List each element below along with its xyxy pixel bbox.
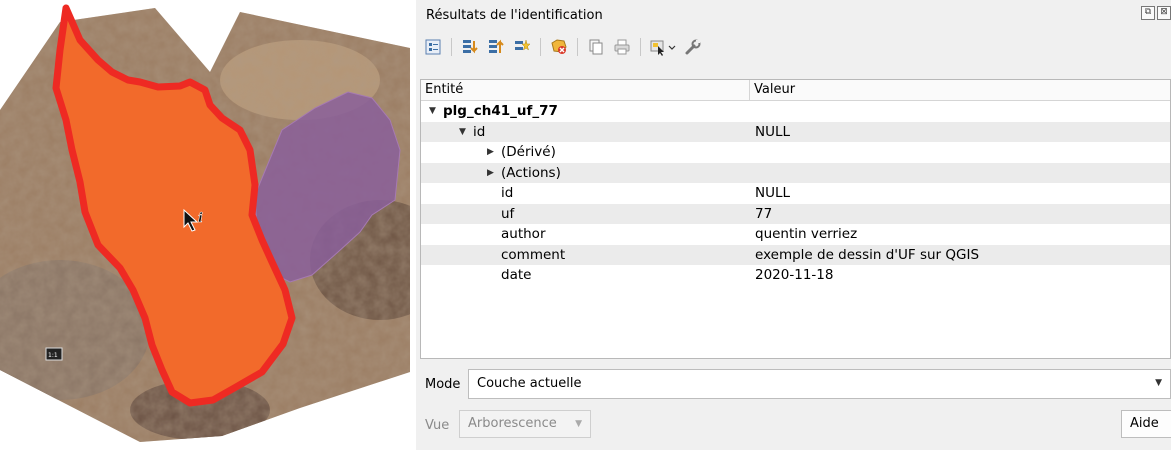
view-select-value: Arborescence [468,416,557,431]
table-row-feature[interactable]: ▼ id NULL [421,121,1170,143]
actions-label: (Actions) [501,164,561,181]
scale-marker-icon: 1:1 [45,347,63,361]
chevron-down-icon: ▼ [1155,378,1162,388]
panel-title: Résultats de l'identification [426,8,603,23]
mode-select-value: Couche actuelle [477,376,582,391]
table-row-derived[interactable]: ▶ (Dérivé) [421,142,1170,163]
identify-toolbar [422,32,704,62]
column-header-value[interactable]: Valeur [750,80,1170,100]
toolbar-separator [577,38,578,56]
svg-text:i: i [198,211,203,226]
attribute-value: quentin verriez [755,226,858,242]
chevron-down-icon: ▼ [575,419,582,429]
toolbar-separator [451,38,452,56]
layer-name: plg_ch41_uf_77 [443,103,558,119]
attribute-value: NULL [755,185,791,201]
collapse-all-icon[interactable] [485,36,507,58]
attribute-name: id [501,185,514,201]
view-label: Vue [425,418,450,433]
expand-arrow-icon[interactable]: ▼ [429,101,436,122]
expand-arrow-icon[interactable]: ▼ [459,122,466,143]
attribute-value: 2020-11-18 [755,267,834,283]
mode-label: Mode [425,377,461,392]
derived-label: (Dérivé) [501,144,556,160]
table-header: Entité Valeur [421,80,1170,101]
row-value [750,101,1170,122]
row-value [750,142,1170,163]
toolbar-separator [640,38,641,56]
table-row-attribute[interactable]: author quentin verriez [421,224,1170,245]
table-row-attribute[interactable]: uf 77 [421,203,1170,224]
expand-all-icon[interactable] [459,36,481,58]
copy-feature-icon[interactable] [585,36,607,58]
table-row-layer[interactable]: ▼ plg_ch41_uf_77 [421,101,1170,122]
clear-results-icon[interactable] [548,36,570,58]
feature-name: id [473,123,486,140]
attribute-value: exemple de dessin d'UF sur QGIS [755,246,980,263]
attribute-value: 77 [755,205,773,222]
print-icon[interactable] [611,36,633,58]
column-header-entity[interactable]: Entité [421,80,750,100]
help-button[interactable]: Aide [1121,410,1171,438]
close-panel-icon[interactable]: ⊠ [1157,6,1171,20]
attribute-name: comment [501,246,566,263]
collapsed-arrow-icon[interactable]: ▶ [487,163,494,184]
collapsed-arrow-icon[interactable]: ▶ [487,142,494,163]
panel-title-controls: ⧉ ⊠ [1141,6,1171,20]
svg-text:1:1: 1:1 [48,352,58,359]
map-canvas[interactable]: i 1:1 [0,0,410,450]
expand-new-icon[interactable] [511,36,533,58]
table-row-attribute[interactable]: comment exemple de dessin d'UF sur QGIS [421,244,1170,265]
table-row-actions[interactable]: ▶ (Actions) [421,162,1170,184]
orthophoto-map[interactable]: i 1:1 [0,0,410,450]
settings-wrench-icon[interactable] [682,36,704,58]
table-row-attribute[interactable]: date 2020-11-18 [421,265,1170,286]
view-select[interactable]: Arborescence ▼ [459,410,591,438]
expand-tree-icon[interactable] [422,36,444,58]
select-features-icon[interactable] [648,36,678,58]
mode-select[interactable]: Couche actuelle ▼ [468,369,1171,399]
attribute-name: author [501,226,546,242]
row-value: NULL [755,123,791,140]
results-tree-table[interactable]: Entité Valeur ▼ plg_ch41_uf_77 ▼ id NULL ▶… [420,79,1171,359]
identify-results-panel: Résultats de l'identification ⧉ ⊠ Entité… [416,0,1171,450]
toolbar-separator [540,38,541,56]
attribute-name: uf [501,205,515,222]
float-panel-icon[interactable]: ⧉ [1141,6,1155,20]
row-value [750,163,1170,184]
table-row-attribute[interactable]: id NULL [421,183,1170,204]
attribute-name: date [501,267,532,283]
